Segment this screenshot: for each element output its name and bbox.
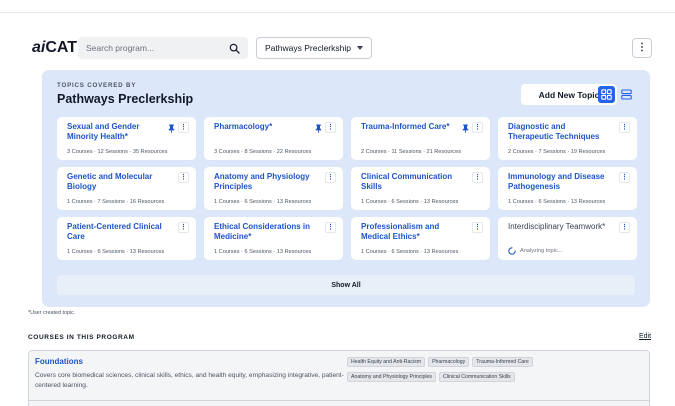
topic-tag[interactable]: Trauma-Informed Care <box>472 357 533 367</box>
topic-title[interactable]: Genetic and Molecular Biology <box>67 172 165 192</box>
analyzing-text: Analyzing topic... <box>520 248 563 254</box>
topic-card[interactable]: Professionalism and Medical Ethics* ⋮ 1 Co… <box>351 217 490 260</box>
more-vertical-icon[interactable]: ⋮ <box>325 122 336 133</box>
topic-title[interactable]: Ethical Considerations in Medicine* <box>214 222 312 242</box>
topic-card[interactable]: Clinical Communication Skills ⋮ 1 Courses … <box>351 167 490 210</box>
pin-icon[interactable] <box>461 123 469 133</box>
more-vertical-icon[interactable]: ⋮ <box>472 122 483 133</box>
topic-card[interactable]: Pharmacology* ⋮ 3 Courses · 8 Sessions · 2… <box>204 117 343 160</box>
more-vertical-icon[interactable]: ⋮ <box>178 122 189 133</box>
topics-subtitle: TOPICS COVERED BY <box>57 82 137 89</box>
more-vertical-icon[interactable]: ⋮ <box>619 222 630 233</box>
topic-card[interactable]: Diagnostic and Therapeutic Techniques ⋮ 2 … <box>498 117 637 160</box>
topic-title[interactable]: Patient-Centered Clinical Care <box>67 222 165 242</box>
topic-card[interactable]: Patient-Centered Clinical Care ⋮ 1 Courses… <box>57 217 196 260</box>
grid-view-toggle[interactable] <box>598 86 615 103</box>
list-icon <box>621 89 632 100</box>
topic-title[interactable]: Sexual and Gender Minority Health* <box>67 122 165 142</box>
courses-heading: COURSES IN THIS PROGRAM <box>28 334 135 341</box>
topic-card[interactable]: Ethical Considerations in Medicine* ⋮ 1 Co… <box>204 217 343 260</box>
topic-card[interactable]: Sexual and Gender Minority Health* ⋮ 3 Cou… <box>57 117 196 160</box>
topic-card[interactable]: Interdisciplinary Teamwork* ⋮ Analyzing to… <box>498 217 637 260</box>
list-view-toggle[interactable] <box>618 86 635 103</box>
more-vertical-icon[interactable]: ⋮ <box>619 122 630 133</box>
topic-stats: 3 Courses · 8 Sessions · 22 Resources <box>214 149 312 155</box>
topics-panel: TOPICS COVERED BY Pathways Preclerkship … <box>42 70 650 307</box>
topic-stats: 1 Courses · 6 Sessions · 13 Resources <box>508 199 606 205</box>
topic-title[interactable]: Immunology and Disease Pathogenesis <box>508 172 606 192</box>
topic-title[interactable]: Pharmacology* <box>214 122 312 132</box>
show-all-button[interactable]: Show All <box>57 275 635 295</box>
program-select[interactable]: Pathways Preclerkship <box>256 37 372 59</box>
course-tags: Health Equity and Anti-Racism Pharmacolog… <box>347 357 577 382</box>
topic-tag[interactable]: Pharmacology <box>428 357 470 367</box>
topic-stats: 1 Courses · 6 Sessions · 13 Resources <box>67 249 165 255</box>
topic-title[interactable]: Trauma-Informed Care* <box>361 122 459 132</box>
topic-title[interactable]: Clinical Communication Skills <box>361 172 459 192</box>
topic-stats: 1 Courses · 6 Sessions · 13 Resources <box>361 199 459 205</box>
topic-card[interactable]: Immunology and Disease Pathogenesis ⋮ 1 Co… <box>498 167 637 210</box>
topic-title[interactable]: Anatomy and Physiology Principles <box>214 172 312 192</box>
course-title[interactable]: Foundations <box>35 357 83 366</box>
topic-title[interactable]: Professionalism and Medical Ethics* <box>361 222 459 242</box>
topic-tag[interactable]: Anatomy and Physiology Principles <box>347 372 437 382</box>
topic-title[interactable]: Diagnostic and Therapeutic Techniques <box>508 122 606 142</box>
topic-tag[interactable]: Health Equity and Anti-Racism <box>347 357 426 367</box>
spinner-icon <box>508 247 516 255</box>
topic-stats: 3 Courses · 12 Sessions · 35 Resources <box>67 149 168 155</box>
analyzing-status: Analyzing topic... <box>508 247 562 255</box>
topic-card[interactable]: Anatomy and Physiology Principles ⋮ 1 Cour… <box>204 167 343 210</box>
page-menu-button[interactable]: ⋮ <box>632 38 652 58</box>
app-logo[interactable]: aiCAT <box>32 39 78 57</box>
more-vertical-icon[interactable]: ⋮ <box>325 172 336 183</box>
course-description: Covers core biomedical sciences, clinica… <box>35 372 344 389</box>
search-icon[interactable] <box>228 42 240 54</box>
edit-courses-link[interactable]: Edit <box>639 333 651 340</box>
search-input[interactable] <box>86 43 228 53</box>
chevron-down-icon <box>356 46 363 50</box>
search-box <box>78 37 248 59</box>
topics-title: Pathways Preclerkship <box>57 92 194 106</box>
topic-title[interactable]: Interdisciplinary Teamwork* <box>508 222 606 232</box>
pin-icon[interactable] <box>314 123 322 133</box>
program-select-value: Pathways Preclerkship <box>265 43 351 53</box>
more-vertical-icon[interactable]: ⋮ <box>619 172 630 183</box>
topic-stats: 1 Courses · 6 Sessions · 13 Resources <box>214 199 312 205</box>
topic-stats: 1 Courses · 6 Sessions · 13 Resources <box>214 249 312 255</box>
top-border <box>0 0 675 13</box>
grid-icon <box>601 89 612 100</box>
logo-cat-text: CAT <box>45 39 78 56</box>
more-vertical-icon[interactable]: ⋮ <box>178 222 189 233</box>
more-vertical-icon[interactable]: ⋮ <box>472 172 483 183</box>
more-vertical-icon: ⋮ <box>637 42 647 53</box>
app-header: aiCAT Pathways Preclerkship ⋮ <box>32 37 652 59</box>
divider <box>29 400 649 401</box>
course-card[interactable]: Foundations Covers core biomedical scien… <box>28 350 650 406</box>
topic-stats: 2 Courses · 7 Sessions · 19 Resources <box>508 149 606 155</box>
topic-tag[interactable]: Clinical Communication Skills <box>439 372 515 382</box>
more-vertical-icon[interactable]: ⋮ <box>178 172 189 183</box>
topic-stats: 2 Courses · 11 Sessions · 21 Resources <box>361 149 462 155</box>
more-vertical-icon[interactable]: ⋮ <box>472 222 483 233</box>
topic-card[interactable]: Genetic and Molecular Biology ⋮ 1 Courses … <box>57 167 196 210</box>
topic-stats: 1 Courses · 6 Sessions · 13 Resources <box>361 249 459 255</box>
topic-card[interactable]: Trauma-Informed Care* ⋮ 2 Courses · 11 Ses… <box>351 117 490 160</box>
topic-stats: 1 Courses · 7 Sessions · 16 Resources <box>67 199 165 205</box>
user-created-footnote: *User created topic. <box>28 310 76 316</box>
logo-ai-text: ai <box>32 39 46 56</box>
more-vertical-icon[interactable]: ⋮ <box>325 222 336 233</box>
pin-icon[interactable] <box>167 123 175 133</box>
